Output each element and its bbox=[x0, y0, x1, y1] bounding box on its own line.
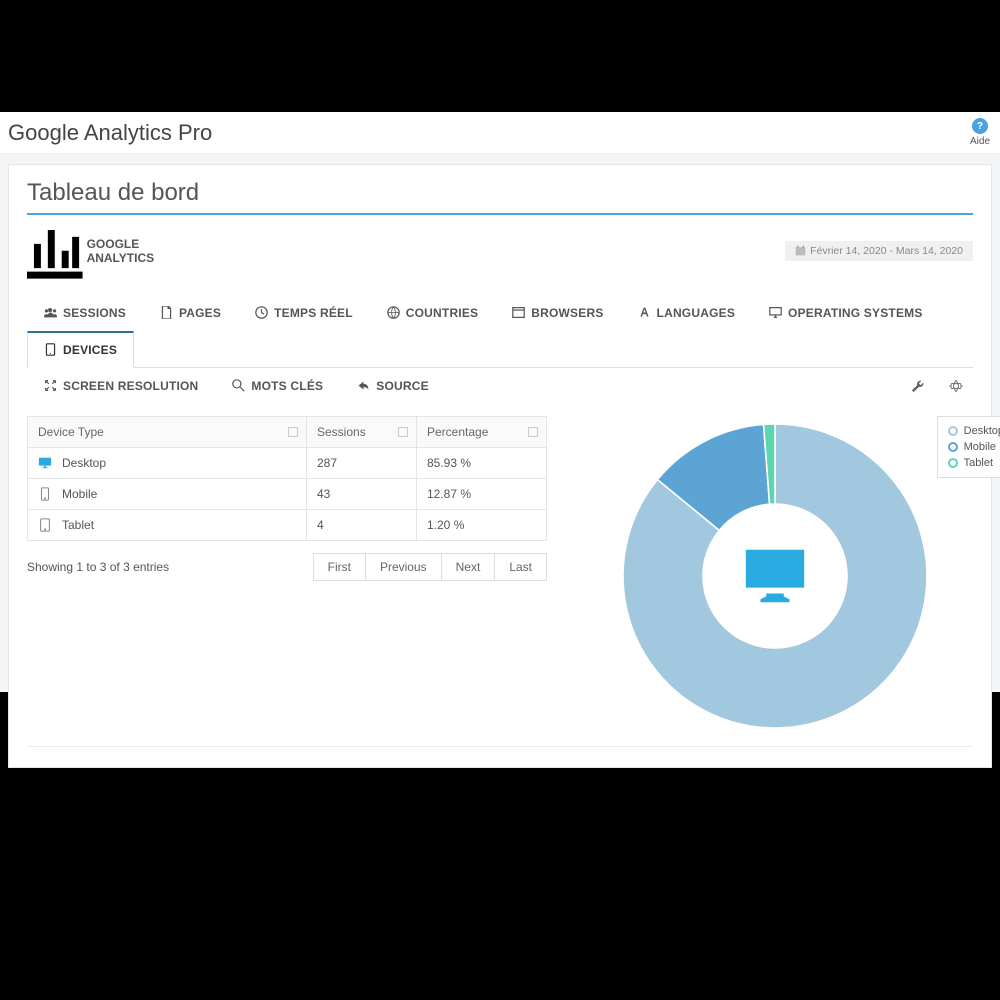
tab-screen-resolution[interactable]: SCREEN RESOLUTION bbox=[27, 368, 215, 404]
help-icon: ? bbox=[972, 118, 988, 134]
table-column: Device Type Sessions Percentage Desktop … bbox=[27, 416, 547, 581]
tab-label: COUNTRIES bbox=[406, 306, 478, 320]
bottom-rule bbox=[27, 746, 973, 747]
device-name: Mobile bbox=[62, 487, 97, 501]
percentage-cell: 1.20 % bbox=[417, 509, 547, 540]
table-row[interactable]: Mobile 43 12.87 % bbox=[28, 478, 547, 509]
tabs-row-2: SCREEN RESOLUTION MOTS CLÉS SOURCE bbox=[27, 367, 973, 404]
donut-chart: Desktop Mobile Tablet bbox=[615, 416, 935, 736]
tab-pages[interactable]: PAGES bbox=[143, 295, 238, 331]
showing-text: Showing 1 to 3 of 3 entries bbox=[27, 560, 169, 574]
th-device-type[interactable]: Device Type bbox=[28, 416, 307, 447]
title-rule bbox=[27, 213, 973, 215]
tab-label: DEVICES bbox=[63, 343, 117, 357]
tab-label: PAGES bbox=[179, 306, 221, 320]
tablet-icon bbox=[44, 343, 57, 356]
dashboard-title: Tableau de bord bbox=[27, 179, 973, 207]
tablet-icon bbox=[38, 518, 52, 532]
pager: First Previous Next Last bbox=[314, 553, 547, 581]
sort-icon bbox=[528, 427, 538, 437]
date-range-picker[interactable]: Février 14, 2020 - Mars 14, 2020 bbox=[785, 241, 973, 261]
tab-devices[interactable]: DEVICES bbox=[27, 331, 134, 368]
calendar-icon bbox=[795, 245, 806, 256]
tab-label: MOTS CLÉS bbox=[251, 379, 323, 393]
tab-source[interactable]: SOURCE bbox=[340, 368, 446, 404]
subhead-row: GOOGLE ANALYTICS Février 14, 2020 - Mars… bbox=[27, 223, 973, 279]
legend-item-tablet[interactable]: Tablet bbox=[948, 455, 1000, 471]
tab-countries[interactable]: COUNTRIES bbox=[370, 295, 495, 331]
help-label: Aide bbox=[970, 136, 990, 147]
desktop-center-icon bbox=[740, 541, 810, 611]
legend-dot bbox=[948, 426, 958, 436]
expand-icon bbox=[44, 379, 57, 392]
desktop-icon bbox=[769, 306, 782, 319]
tab-label: TEMPS RÉEL bbox=[274, 306, 353, 320]
gear-icon[interactable] bbox=[949, 379, 963, 393]
legend-item-mobile[interactable]: Mobile bbox=[948, 439, 1000, 455]
file-icon bbox=[160, 306, 173, 319]
device-name: Tablet bbox=[62, 518, 94, 532]
tabs-row-1: SESSIONS PAGES TEMPS RÉEL COUNTRIES BROW… bbox=[27, 295, 973, 368]
tab-label: LANGUAGES bbox=[657, 306, 735, 320]
table-row[interactable]: Tablet 4 1.20 % bbox=[28, 509, 547, 540]
sort-icon bbox=[398, 427, 408, 437]
tab-temps-reel[interactable]: TEMPS RÉEL bbox=[238, 295, 370, 331]
legend-item-desktop[interactable]: Desktop bbox=[948, 423, 1000, 439]
tab-mots-cles[interactable]: MOTS CLÉS bbox=[215, 368, 340, 404]
chart-legend: Desktop Mobile Tablet bbox=[937, 416, 1000, 478]
mobile-icon bbox=[38, 487, 52, 501]
pager-last[interactable]: Last bbox=[494, 553, 547, 581]
tab-sessions[interactable]: SESSIONS bbox=[27, 295, 143, 331]
sessions-cell: 43 bbox=[307, 478, 417, 509]
percentage-cell: 85.93 % bbox=[417, 447, 547, 478]
dashboard-panel: Tableau de bord GOOGLE ANALYTICS Février… bbox=[8, 164, 992, 768]
pager-next[interactable]: Next bbox=[441, 553, 496, 581]
donut-center bbox=[705, 506, 845, 646]
users-icon bbox=[44, 306, 57, 319]
wrench-icon[interactable] bbox=[911, 379, 925, 393]
devices-table: Device Type Sessions Percentage Desktop … bbox=[27, 416, 547, 541]
tab-label: SOURCE bbox=[376, 379, 429, 393]
window-icon bbox=[512, 306, 525, 319]
font-icon bbox=[638, 306, 651, 319]
date-range-text: Février 14, 2020 - Mars 14, 2020 bbox=[810, 245, 963, 257]
device-name: Desktop bbox=[62, 456, 106, 470]
bar-chart-icon bbox=[27, 223, 83, 279]
help-button[interactable]: ? Aide bbox=[970, 118, 990, 147]
content-row: Device Type Sessions Percentage Desktop … bbox=[27, 416, 973, 736]
app-window: Google Analytics Pro ? Aide Tableau de b… bbox=[0, 112, 1000, 692]
tab-label: OPERATING SYSTEMS bbox=[788, 306, 923, 320]
legend-dot bbox=[948, 442, 958, 452]
tab-browsers[interactable]: BROWSERS bbox=[495, 295, 620, 331]
sort-icon bbox=[288, 427, 298, 437]
tab-languages[interactable]: LANGUAGES bbox=[621, 295, 752, 331]
percentage-cell: 12.87 % bbox=[417, 478, 547, 509]
tab-operating-systems[interactable]: OPERATING SYSTEMS bbox=[752, 295, 940, 331]
section-subhead: GOOGLE ANALYTICS bbox=[27, 223, 154, 279]
share-icon bbox=[357, 379, 370, 392]
table-footer: Showing 1 to 3 of 3 entries First Previo… bbox=[27, 553, 547, 581]
table-row[interactable]: Desktop 287 85.93 % bbox=[28, 447, 547, 478]
tab-label: SESSIONS bbox=[63, 306, 126, 320]
app-title: Google Analytics Pro bbox=[8, 120, 212, 146]
tab-label: BROWSERS bbox=[531, 306, 603, 320]
sessions-cell: 287 bbox=[307, 447, 417, 478]
app-header: Google Analytics Pro ? Aide bbox=[0, 112, 1000, 154]
chart-column: Desktop Mobile Tablet bbox=[577, 416, 973, 736]
pager-previous[interactable]: Previous bbox=[365, 553, 442, 581]
clock-icon bbox=[255, 306, 268, 319]
th-sessions[interactable]: Sessions bbox=[307, 416, 417, 447]
desktop-icon bbox=[38, 456, 52, 470]
legend-dot bbox=[948, 458, 958, 468]
globe-icon bbox=[387, 306, 400, 319]
th-percentage[interactable]: Percentage bbox=[417, 416, 547, 447]
tab-label: SCREEN RESOLUTION bbox=[63, 379, 198, 393]
subhead-text: GOOGLE ANALYTICS bbox=[87, 237, 155, 265]
sessions-cell: 4 bbox=[307, 509, 417, 540]
pager-first[interactable]: First bbox=[313, 553, 366, 581]
search-icon bbox=[232, 379, 245, 392]
